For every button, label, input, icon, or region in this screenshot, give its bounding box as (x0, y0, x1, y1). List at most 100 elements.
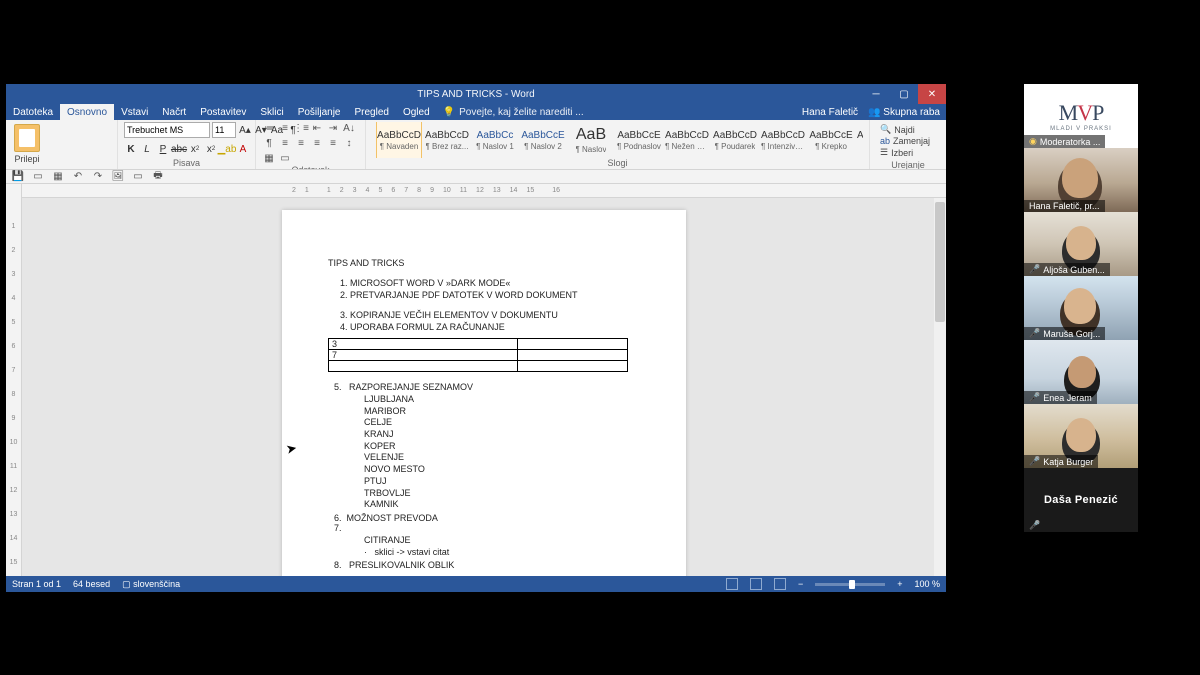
style-item-5[interactable]: AaBbCcE¶ Podnaslov (616, 122, 662, 158)
style-item-0[interactable]: AaBbCcD¶ Navaden (376, 122, 422, 158)
line-spacing-button[interactable]: ↕ (342, 137, 356, 150)
participant-name: Enea Jeram (1043, 393, 1092, 403)
table-row[interactable]: 3 (329, 339, 628, 350)
doc-table[interactable]: 37 (328, 338, 628, 372)
increase-indent-button[interactable]: ⇥ (326, 122, 340, 135)
table-cell[interactable]: 7 (329, 350, 518, 361)
video-tile-participant[interactable]: Hana Faletič, pr... (1024, 148, 1138, 212)
minimize-button[interactable]: ─ (862, 84, 890, 104)
table-cell[interactable]: 3 (329, 339, 518, 350)
tab-home[interactable]: Osnovno (60, 104, 114, 120)
style-item-1[interactable]: AaBbCcD¶ Brez raz... (424, 122, 470, 158)
font-size-select[interactable] (212, 122, 236, 138)
table-cell[interactable] (329, 361, 518, 372)
page[interactable]: TIPS AND TRICKS MICROSOFT WORD V »DARK M… (282, 210, 686, 576)
font-color-button[interactable]: A (236, 142, 250, 156)
justify-button[interactable]: ≡ (326, 137, 340, 150)
tab-file[interactable]: Datoteka (6, 104, 60, 120)
decrease-indent-button[interactable]: ⇤ (310, 122, 324, 135)
style-item-6[interactable]: AaBbCcD¶ Nežen po... (664, 122, 710, 158)
find-button[interactable]: 🔍 Najdi (880, 124, 942, 135)
font-name-select[interactable] (124, 122, 210, 138)
doc-list-1: MICROSOFT WORD V »DARK MODE«PRETVARJANJE… (328, 278, 640, 300)
replace-button[interactable]: ab Zamenjaj (880, 136, 942, 146)
status-words[interactable]: 64 besed (73, 579, 110, 589)
table-cell[interactable] (517, 339, 627, 350)
style-item-2[interactable]: AaBbCc¶ Naslov 1 (472, 122, 518, 158)
video-tile-logo[interactable]: MVP MLADI V PRAKSI ◉ Moderatorka ... (1024, 84, 1138, 148)
bold-button[interactable]: K (124, 142, 138, 156)
tab-view[interactable]: Ogled (396, 104, 437, 120)
tab-references[interactable]: Sklici (253, 104, 290, 120)
select-button[interactable]: ☰ Izberi (880, 147, 942, 158)
tell-me[interactable]: 💡 Povejte, kaj želite narediti ... (443, 107, 584, 118)
document-scroll[interactable]: 2112345678910111213141516 TIPS AND TRICK… (22, 184, 946, 576)
view-read-button[interactable] (726, 578, 738, 590)
qat-table-icon[interactable]: ▦ (52, 171, 64, 183)
show-marks-button[interactable]: ¶ (262, 137, 276, 150)
underline-button[interactable]: P (156, 142, 170, 156)
qat-save-icon[interactable]: 💾 (12, 171, 24, 183)
table-row[interactable] (329, 361, 628, 372)
table-row[interactable]: 7 (329, 350, 628, 361)
paste-icon[interactable] (14, 124, 40, 152)
qat-new-icon[interactable]: ▭ (32, 171, 44, 183)
tab-layout[interactable]: Postavitev (193, 104, 253, 120)
qat-print-icon[interactable]: 🖶 (152, 171, 164, 183)
style-item-3[interactable]: AaBbCcE¶ Naslov 2 (520, 122, 566, 158)
shading-button[interactable]: ▦ (262, 152, 276, 165)
style-item-10[interactable]: AaBbCcD¶ Citat (856, 122, 863, 158)
numbering-button[interactable]: ≡ (278, 122, 292, 135)
align-left-button[interactable]: ≡ (278, 137, 292, 150)
view-print-button[interactable] (750, 578, 762, 590)
style-label: ¶ Krepko (815, 142, 847, 151)
zoom-slider[interactable] (815, 583, 885, 586)
text-highlight-button[interactable]: ▁ab (220, 142, 234, 156)
status-language[interactable]: ▢ slovenščina (122, 579, 180, 590)
signed-in-user[interactable]: Hana Faletič (802, 107, 858, 118)
qat-redo-icon[interactable]: ↷ (92, 171, 104, 183)
strikethrough-button[interactable]: abc (172, 142, 186, 156)
scrollbar-thumb[interactable] (935, 202, 945, 322)
style-item-9[interactable]: AaBbCcE¶ Krepko (808, 122, 854, 158)
zoom-out-button[interactable]: − (798, 579, 803, 589)
qat-page-setup-icon[interactable]: ▭ (132, 171, 144, 183)
tab-mailings[interactable]: Pošiljanje (291, 104, 348, 120)
borders-button[interactable]: ▭ (278, 152, 292, 165)
superscript-button[interactable]: x2 (204, 142, 218, 156)
table-cell[interactable] (517, 350, 627, 361)
zoom-level[interactable]: 100 % (914, 579, 940, 589)
style-label: ¶ Poudarek (715, 142, 756, 151)
close-button[interactable]: ✕ (918, 84, 946, 104)
style-item-7[interactable]: AaBbCcD¶ Poudarek (712, 122, 758, 158)
maximize-button[interactable]: ▢ (890, 84, 918, 104)
align-right-button[interactable]: ≡ (310, 137, 324, 150)
video-tile-participant[interactable]: 🎤Enea Jeram (1024, 340, 1138, 404)
table-cell[interactable] (517, 361, 627, 372)
video-tile-participant[interactable]: 🎤Katja Burger (1024, 404, 1138, 468)
italic-button[interactable]: L (140, 142, 154, 156)
view-web-button[interactable] (774, 578, 786, 590)
tab-insert[interactable]: Vstavi (114, 104, 155, 120)
tab-review[interactable]: Pregled (348, 104, 396, 120)
align-center-button[interactable]: ≡ (294, 137, 308, 150)
grow-font-button[interactable]: A▴ (238, 123, 252, 137)
video-tile-black[interactable]: Daša Penezić 🎤 (1024, 468, 1138, 532)
vertical-scrollbar[interactable] (934, 198, 946, 576)
sort-button[interactable]: A↓ (342, 122, 356, 135)
tab-design[interactable]: Načrt (155, 104, 193, 120)
qat-pictures-icon[interactable]: 🖼 (112, 171, 124, 183)
video-tile-participant[interactable]: 🎤Maruša Gorj... (1024, 276, 1138, 340)
qat-undo-icon[interactable]: ↶ (72, 171, 84, 183)
subscript-button[interactable]: x2 (188, 142, 202, 156)
style-item-4[interactable]: AaB¶ Naslov (568, 122, 614, 158)
video-tile-participant[interactable]: 🎤Aljoša Guben... (1024, 212, 1138, 276)
status-page[interactable]: Stran 1 od 1 (12, 579, 61, 589)
share-button[interactable]: 👥 Skupna raba (868, 107, 940, 118)
styles-gallery[interactable]: AaBbCcD¶ NavadenAaBbCcD¶ Brez raz...AaBb… (372, 122, 863, 158)
multilevel-button[interactable]: ⋮≡ (294, 122, 308, 135)
style-item-8[interactable]: AaBbCcD¶ Intenziven... (760, 122, 806, 158)
video-name-tag: 🎤Maruša Gorj... (1024, 327, 1105, 340)
zoom-in-button[interactable]: + (897, 579, 902, 589)
bullets-button[interactable]: ≔ (262, 122, 276, 135)
